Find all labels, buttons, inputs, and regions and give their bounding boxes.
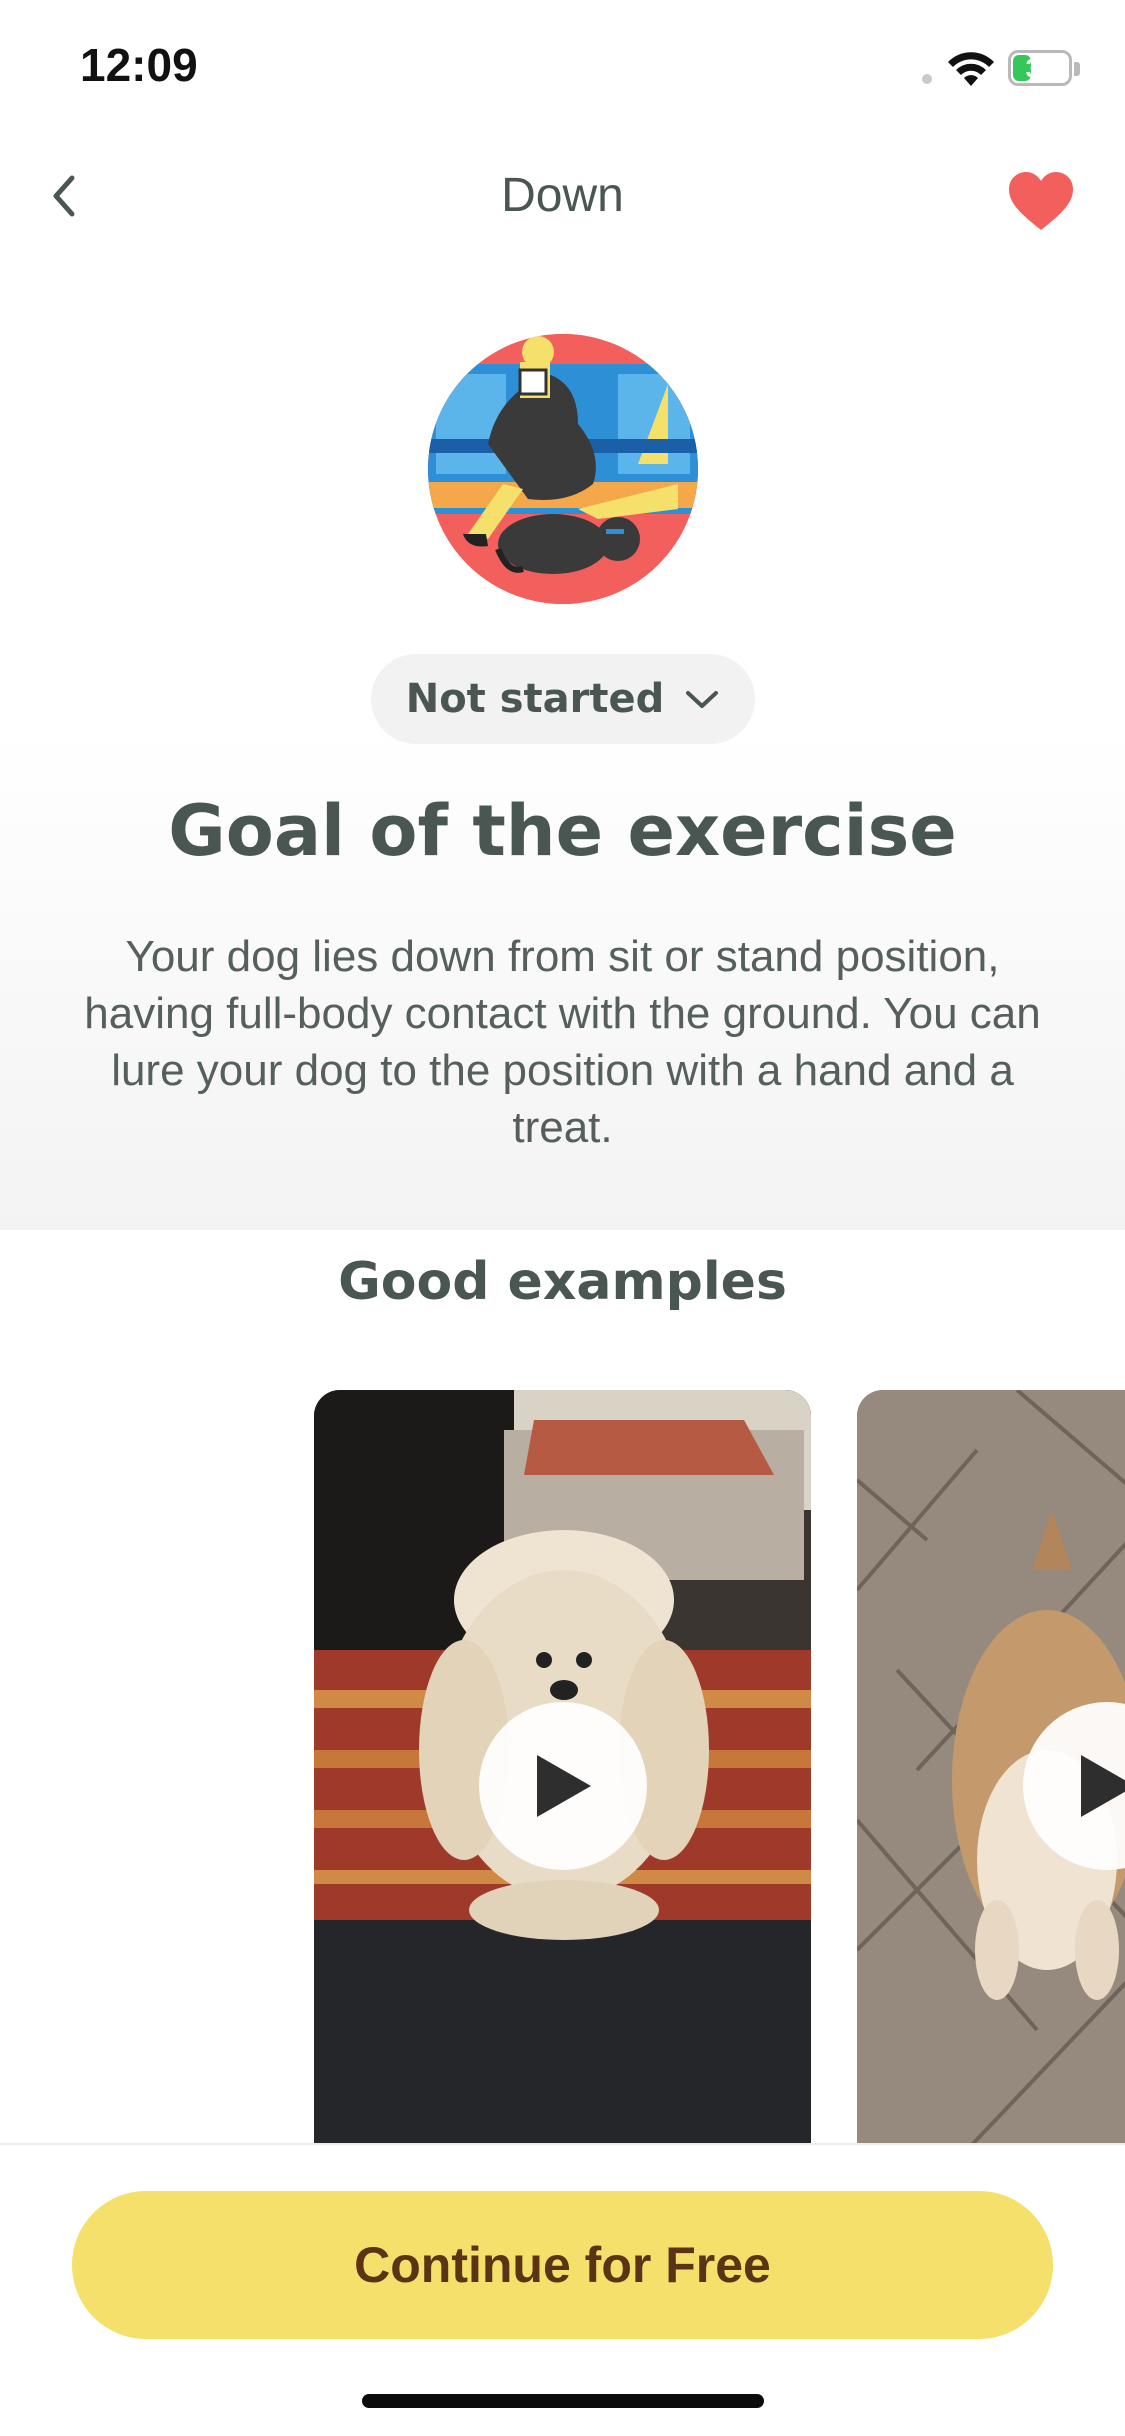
exercise-illustration	[428, 334, 698, 604]
page-title: Down	[501, 169, 624, 222]
play-button[interactable]	[479, 1702, 647, 1870]
goal-description: Your dog lies down from sit or stand pos…	[84, 932, 1041, 1152]
status-time: 12:09	[80, 39, 198, 91]
battery-icon: 34	[1008, 50, 1072, 86]
play-icon	[537, 1755, 591, 1817]
play-icon	[1081, 1755, 1125, 1817]
chevron-down-icon	[686, 691, 719, 708]
continue-for-free-button[interactable]: Continue for Free	[72, 2191, 1053, 2339]
status-dropdown-label: Not started	[405, 676, 665, 722]
woman-with-dog-illustration	[428, 334, 698, 604]
example-video-card[interactable]	[857, 1390, 1125, 2150]
status-dropdown[interactable]: Not started	[371, 654, 755, 744]
battery-percent: 34	[1025, 53, 1055, 83]
goal-title: Goal of the exercise	[168, 790, 957, 872]
examples-title: Good examples	[338, 1252, 787, 1312]
home-indicator[interactable]	[362, 2394, 764, 2408]
status-bar: 12:09 34	[0, 0, 1125, 140]
recording-dot	[922, 74, 932, 84]
nav-bar: Down	[0, 140, 1125, 260]
battery-cap	[1074, 62, 1080, 76]
example-video-card[interactable]	[314, 1390, 811, 2150]
wifi-icon	[948, 52, 994, 86]
heart-icon[interactable]	[1006, 170, 1076, 234]
